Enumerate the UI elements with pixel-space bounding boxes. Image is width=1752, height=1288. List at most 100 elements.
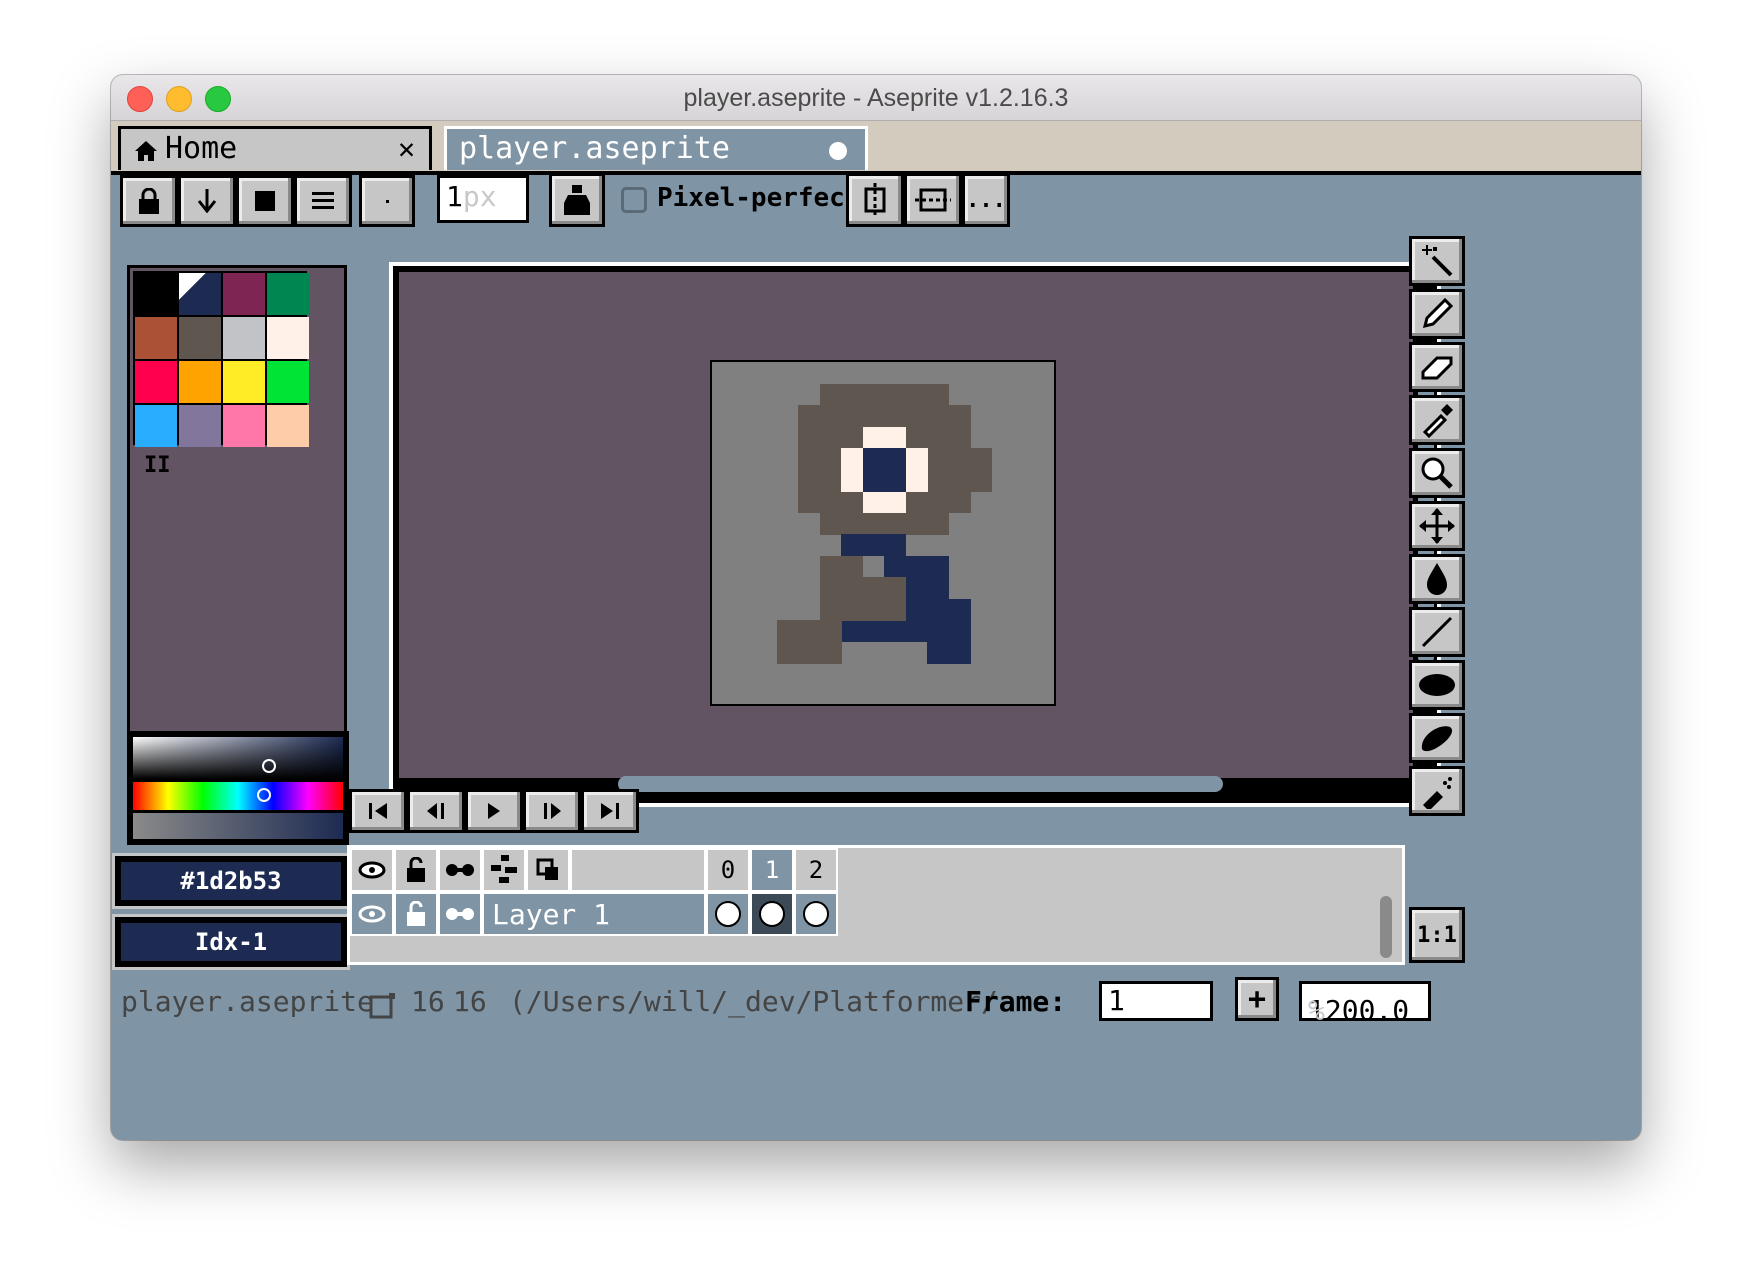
last-frame-button[interactable] xyxy=(581,789,639,833)
close-tab-icon[interactable]: ✕ xyxy=(398,129,415,169)
square-button[interactable] xyxy=(236,175,294,227)
visibility-header[interactable] xyxy=(350,848,394,892)
palette-swatch[interactable] xyxy=(267,361,309,403)
palette-swatch[interactable] xyxy=(223,317,265,359)
square-icon xyxy=(255,191,275,211)
palette-swatch[interactable] xyxy=(135,317,177,359)
magic-wand-tool[interactable] xyxy=(1409,236,1465,286)
frame-header-1[interactable]: 1 xyxy=(750,848,794,892)
unsaved-dot-icon[interactable] xyxy=(829,142,847,160)
current-color-hex[interactable]: #1d2b53 xyxy=(115,856,347,906)
continuous-icon xyxy=(446,864,474,876)
onion-skin-icon xyxy=(536,858,558,880)
zoom-tool[interactable] xyxy=(1409,448,1465,498)
lock-alpha-button[interactable] xyxy=(120,175,178,227)
next-frame-button[interactable] xyxy=(523,789,581,833)
window-title: player.aseprite - Aseprite v1.2.16.3 xyxy=(683,84,1069,112)
ellipse-tool[interactable] xyxy=(1409,660,1465,710)
menu-button[interactable] xyxy=(294,175,352,227)
eraser-tool[interactable] xyxy=(1409,342,1465,392)
ink-bottle-icon xyxy=(564,185,590,215)
layer-lock-toggle[interactable] xyxy=(394,892,438,936)
line-tool[interactable] xyxy=(1409,607,1465,657)
layer-tree-header[interactable] xyxy=(482,848,526,892)
tab-player-aseprite[interactable]: player.aseprite xyxy=(444,126,868,170)
unlock-icon xyxy=(407,857,425,882)
palette-swatch[interactable] xyxy=(223,361,265,403)
canvas-background[interactable] xyxy=(399,272,1413,778)
palette-swatch[interactable] xyxy=(135,273,177,315)
palette-swatch[interactable] xyxy=(267,317,309,359)
shade-gradient[interactable] xyxy=(133,737,343,779)
zoom-unit: % xyxy=(1308,994,1325,1027)
sprite-pixel xyxy=(776,620,842,664)
cel-frame-1[interactable] xyxy=(750,892,794,936)
brush-type-button[interactable] xyxy=(359,175,415,227)
arrow-down-button[interactable] xyxy=(178,175,236,227)
hue-cursor[interactable] xyxy=(257,788,271,802)
move-tool[interactable] xyxy=(1409,501,1465,551)
symmetry-horizontal-button[interactable] xyxy=(904,173,962,227)
eyedropper-tool[interactable] xyxy=(1409,395,1465,445)
magic-wand-icon xyxy=(1422,245,1453,277)
shade-cursor[interactable] xyxy=(262,759,276,773)
title-bar: player.aseprite - Aseprite v1.2.16.3 xyxy=(111,75,1641,121)
ink-button[interactable] xyxy=(549,173,605,227)
previous-frame-button[interactable] xyxy=(407,789,465,833)
timeline[interactable]: 0 1 2 Layer 1 xyxy=(347,845,1405,965)
first-frame-button[interactable] xyxy=(349,789,407,833)
layer-name[interactable]: Layer 1 xyxy=(482,892,706,936)
palette-swatch[interactable] xyxy=(179,273,221,315)
eye-icon xyxy=(358,861,386,879)
tab-home-label: Home xyxy=(165,131,238,166)
lock-header[interactable] xyxy=(394,848,438,892)
brush-size-input[interactable]: 1px xyxy=(437,175,529,223)
palette-swatch[interactable] xyxy=(223,273,265,315)
current-color-index[interactable]: Idx-1 xyxy=(115,917,347,967)
frame-header-2[interactable]: 2 xyxy=(794,848,838,892)
play-button[interactable] xyxy=(465,789,523,833)
symmetry-vertical-icon xyxy=(864,183,886,217)
sprite-pixel xyxy=(905,598,971,621)
play-icon xyxy=(488,803,500,819)
spray-tool[interactable] xyxy=(1409,766,1465,816)
palette-swatch[interactable] xyxy=(179,317,221,359)
zoom-reset-button[interactable]: 1:1 xyxy=(1409,907,1465,963)
palette-swatch[interactable] xyxy=(135,361,177,403)
timeline-scrollbar[interactable] xyxy=(1380,896,1392,958)
paint-bucket-tool[interactable] xyxy=(1409,554,1465,604)
palette-page-indicator[interactable]: II xyxy=(144,453,171,478)
canvas-editor[interactable] xyxy=(389,262,1441,807)
palette-swatch[interactable] xyxy=(179,361,221,403)
horizontal-scrollbar[interactable] xyxy=(618,776,1223,792)
cel-dot-icon xyxy=(715,901,741,927)
frame-number-input[interactable]: 1 xyxy=(1099,981,1213,1021)
more-options-button[interactable]: ... xyxy=(962,173,1010,227)
hue-slider[interactable] xyxy=(133,782,343,810)
sprite-size-icon xyxy=(369,993,395,1019)
frame-header-0[interactable]: 0 xyxy=(706,848,750,892)
cel-frame-2[interactable] xyxy=(794,892,838,936)
sprite-canvas[interactable] xyxy=(710,360,1056,706)
add-frame-button[interactable]: + xyxy=(1235,977,1279,1021)
tab-home[interactable]: Home ✕ xyxy=(118,126,432,170)
status-sprite-height: 16 xyxy=(453,985,487,1018)
palette-swatch[interactable] xyxy=(267,273,309,315)
palette-swatch[interactable] xyxy=(267,405,309,447)
pencil-tool[interactable] xyxy=(1409,289,1465,339)
continuous-header[interactable] xyxy=(438,848,482,892)
color-picker[interactable] xyxy=(127,731,349,845)
symmetry-vertical-button[interactable] xyxy=(846,173,904,227)
cel-frame-0[interactable] xyxy=(706,892,750,936)
pencil-icon xyxy=(1422,297,1454,329)
layer-visibility-toggle[interactable] xyxy=(350,892,394,936)
layer-continuous-toggle[interactable] xyxy=(438,892,482,936)
palette-swatch[interactable] xyxy=(223,405,265,447)
contour-tool[interactable] xyxy=(1409,713,1465,763)
palette-swatch[interactable] xyxy=(179,405,221,447)
zoom-input[interactable]: 1200.0% xyxy=(1299,981,1431,1027)
pixel-perfect-checkbox[interactable] xyxy=(621,187,647,213)
onion-skin-header[interactable] xyxy=(526,848,570,892)
palette-swatch[interactable] xyxy=(135,405,177,447)
alpha-slider[interactable] xyxy=(133,813,343,839)
